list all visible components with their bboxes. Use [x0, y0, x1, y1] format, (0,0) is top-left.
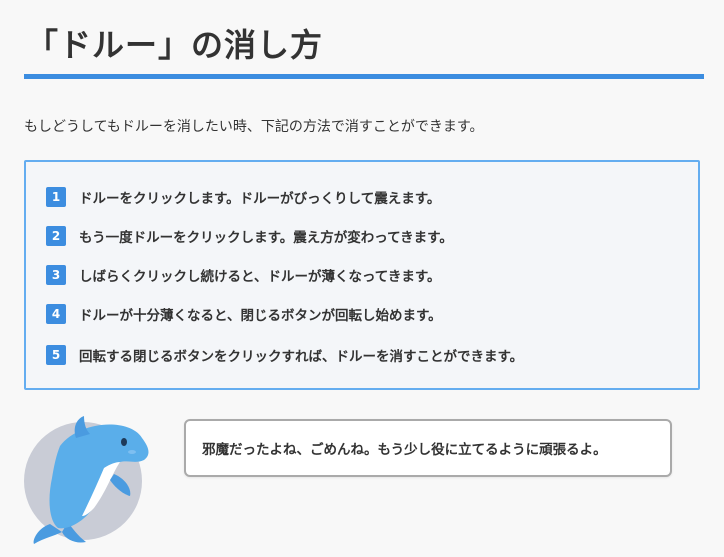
step-text: ドルーをクリックします。ドルーがびっくりして震えます。	[79, 191, 441, 207]
dolphin-icon	[33, 416, 149, 544]
page-title: 「ドルー」の消し方	[26, 26, 324, 64]
title-underline	[24, 74, 704, 79]
step-text: 回転する閉じるボタンをクリックすれば、ドルーを消すことができます。	[79, 349, 524, 365]
step-number: 5	[46, 345, 66, 365]
step-number: 4	[46, 304, 66, 324]
step-item: 5 回転する閉じるボタンをクリックすれば、ドルーを消すことができます。	[46, 344, 523, 366]
step-item: 3 しばらくクリックし続けると、ドルーが薄くなってきます。	[46, 264, 441, 286]
step-text: もう一度ドルーをクリックします。震え方が変わってきます。	[79, 230, 453, 246]
step-item: 4 ドルーが十分薄くなると、閉じるボタンが回転し始めます。	[46, 303, 442, 325]
speech-text: 邪魔だったよね、ごめんね。もう少し役に立てるように頑張るよ。	[202, 442, 607, 458]
step-text: ドルーが十分薄くなると、閉じるボタンが回転し始めます。	[79, 308, 442, 324]
intro-text: もしどうしてもドルーを消したい時、下記の方法で消すことができます。	[24, 119, 484, 135]
steps-box: 1 ドルーをクリックします。ドルーがびっくりして震えます。 2 もう一度ドルーを…	[24, 160, 700, 390]
step-number: 3	[46, 265, 66, 285]
step-number: 1	[46, 187, 66, 207]
speech-bubble: 邪魔だったよね、ごめんね。もう少し役に立てるように頑張るよ。	[184, 419, 672, 477]
step-item: 2 もう一度ドルーをクリックします。震え方が変わってきます。	[46, 225, 453, 247]
step-number: 2	[46, 226, 66, 246]
step-item: 1 ドルーをクリックします。ドルーがびっくりして震えます。	[46, 186, 440, 208]
dolphin-avatar[interactable]	[24, 416, 149, 544]
step-text: しばらくクリックし続けると、ドルーが薄くなってきます。	[79, 269, 441, 285]
